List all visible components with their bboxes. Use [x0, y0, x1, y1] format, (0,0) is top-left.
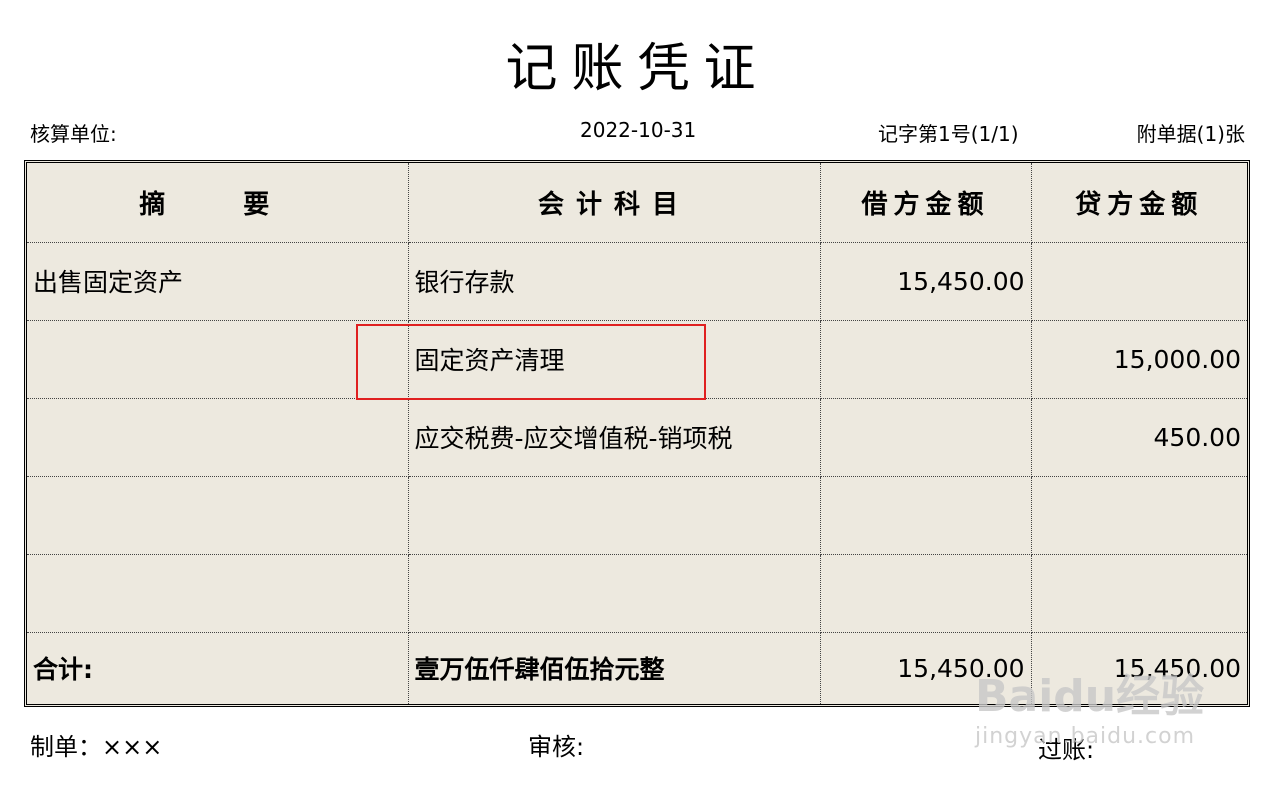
cell-summary: 出售固定资产 — [27, 241, 409, 321]
attachment-count: 附单据(1)张 — [1136, 122, 1245, 146]
cell-account — [407, 553, 821, 633]
cell-summary — [27, 397, 409, 477]
prepared-by: 制单：××× — [30, 733, 163, 761]
cell-debit — [819, 319, 1032, 399]
posted-by: 过账: — [1038, 736, 1095, 764]
cell-account — [407, 475, 821, 555]
cell-debit — [819, 397, 1032, 477]
cell-credit — [1030, 553, 1247, 633]
cell-debit — [819, 553, 1032, 633]
column-header-summary: 摘 要 — [27, 163, 409, 243]
accounting-unit-label: 核算单位: — [30, 122, 117, 146]
cell-credit — [1030, 475, 1247, 555]
cell-account: 银行存款 — [407, 241, 821, 321]
table-row: 应交税费-应交增值税-销项税 450.00 — [27, 397, 1247, 477]
column-header-credit: 贷方金额 — [1030, 163, 1247, 243]
total-row: 合计: 壹万伍仟肆佰伍拾元整 15,450.00 15,450.00 — [27, 631, 1247, 704]
voucher-table: 摘 要 会计科目 借方金额 贷方金额 出售固定资产 银行存款 15,450.00… — [27, 163, 1247, 704]
table-header-row: 摘 要 会计科目 借方金额 贷方金额 — [27, 163, 1247, 243]
total-label: 合计: — [27, 631, 409, 704]
cell-summary — [27, 553, 409, 633]
column-header-account: 会计科目 — [407, 163, 821, 243]
cell-debit — [819, 475, 1032, 555]
highlight-box — [356, 324, 706, 400]
total-amount-in-words: 壹万伍仟肆佰伍拾元整 — [407, 631, 821, 704]
cell-account: 应交税费-应交增值税-销项税 — [407, 397, 821, 477]
reviewed-by: 审核: — [528, 733, 585, 761]
table-row — [27, 475, 1247, 555]
table-row: 出售固定资产 银行存款 15,450.00 — [27, 241, 1247, 321]
watermark-url: jingyan.baidu.com — [975, 724, 1196, 749]
cell-credit: 15,000.00 — [1030, 319, 1247, 399]
cell-debit: 15,450.00 — [819, 241, 1032, 321]
table-row — [27, 553, 1247, 633]
cell-credit — [1030, 241, 1247, 321]
cell-summary — [27, 319, 409, 399]
total-debit: 15,450.00 — [819, 631, 1032, 704]
total-credit: 15,450.00 — [1030, 631, 1247, 704]
column-header-debit: 借方金额 — [819, 163, 1032, 243]
cell-summary — [27, 475, 409, 555]
cell-credit: 450.00 — [1030, 397, 1247, 477]
voucher-number: 记字第1号(1/1) — [878, 122, 1019, 146]
voucher-title: 记账凭证 — [505, 39, 770, 99]
voucher-date: 2022-10-31 — [580, 118, 697, 142]
voucher-table-frame: 摘 要 会计科目 借方金额 贷方金额 出售固定资产 银行存款 15,450.00… — [24, 160, 1250, 707]
